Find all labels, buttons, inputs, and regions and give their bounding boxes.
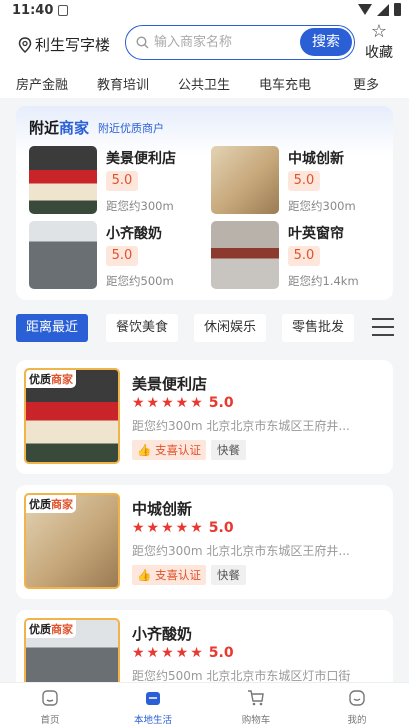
merchant-distance: 距您约1.4km xyxy=(288,274,359,288)
location-selector[interactable]: 利生写字楼 xyxy=(18,34,110,55)
home-icon xyxy=(42,690,58,706)
menu-icon[interactable] xyxy=(372,318,394,338)
star-rating-icon: ★★★★★ xyxy=(132,645,205,661)
merchant-card[interactable]: 优质商家 中城创新 ★★★★★ 5.0 距您约300m 北京北京市东城区王府井.… xyxy=(16,485,393,599)
nav-label: 首页 xyxy=(40,715,60,726)
merchant-address: 距您约300m 北京北京市东城区王府井... xyxy=(132,419,350,433)
category-more[interactable]: 更多 xyxy=(353,74,379,93)
merchant-photo xyxy=(29,146,97,214)
nav-label: 购物车 xyxy=(241,715,271,726)
notification-icon xyxy=(58,5,68,16)
merchant-rating: ★★★★★ 5.0 xyxy=(132,645,234,661)
category-row: 房产金融 教育培训 公共卫生 电车充电 更多 xyxy=(0,68,409,98)
merchant-card[interactable]: 优质商家 美景便利店 ★★★★★ 5.0 距您约300m 北京北京市东城区王府井… xyxy=(16,360,393,474)
merchant-name: 中城创新 xyxy=(288,151,344,167)
location-label: 利生写字楼 xyxy=(35,36,111,54)
merchant-address: 距您约300m 北京北京市东城区王府井... xyxy=(132,544,350,558)
merchant-photo xyxy=(211,221,279,289)
merchant-score: 5.0 xyxy=(288,246,320,266)
merchant-score: 5.0 xyxy=(288,171,320,191)
tab-nearest[interactable]: 距离最近 xyxy=(16,314,89,342)
category-item[interactable]: 教育培训 xyxy=(97,74,149,93)
merchant-name: 中城创新 xyxy=(132,500,193,518)
star-rating-icon: ★★★★★ xyxy=(132,520,205,536)
nav-label: 我的 xyxy=(347,715,367,726)
quality-badge: 优质商家 xyxy=(26,620,76,638)
nav-cart[interactable]: 购物车 xyxy=(226,687,286,726)
search-icon xyxy=(136,36,149,49)
location-pin-icon xyxy=(18,36,32,53)
local-life-icon xyxy=(146,692,160,705)
merchant-name: 小齐酸奶 xyxy=(132,625,193,643)
rating-value: 5.0 xyxy=(208,645,234,661)
status-time: 11:40 xyxy=(12,3,54,18)
merchant-photo xyxy=(29,221,97,289)
top-bar: 利生写字楼 搜索 ☆ 收藏 xyxy=(0,22,409,68)
quality-badge: 优质商家 xyxy=(26,370,76,388)
thumbs-up-icon: 👍 xyxy=(137,443,155,457)
panel-title-part2: 商家 xyxy=(59,119,90,137)
merchant-thumbnail: 优质商家 xyxy=(24,493,120,589)
nearby-merchant-card[interactable]: 中城创新 5.0 距您约300m xyxy=(211,146,391,216)
merchant-name: 叶英窗帘 xyxy=(288,226,344,242)
nearby-merchant-card[interactable]: 叶英窗帘 5.0 距您约1.4km xyxy=(211,221,391,291)
merchant-name: 美景便利店 xyxy=(132,375,208,393)
profile-icon xyxy=(349,690,365,706)
tab-food[interactable]: 餐饮美食 xyxy=(106,314,179,342)
battery-icon xyxy=(394,3,401,16)
category-tag: 快餐 xyxy=(210,565,246,585)
certified-tag: 👍 支喜认证 xyxy=(132,565,206,585)
merchant-rating: ★★★★★ 5.0 xyxy=(132,520,234,536)
nearby-merchant-card[interactable]: 美景便利店 5.0 距您约300m xyxy=(29,146,209,216)
tab-leisure[interactable]: 休闲娱乐 xyxy=(194,314,267,342)
panel-subtitle: 附近优质商户 xyxy=(98,122,164,135)
rating-value: 5.0 xyxy=(208,520,234,536)
category-item[interactable]: 房产金融 xyxy=(16,74,68,93)
merchant-name: 美景便利店 xyxy=(106,151,176,167)
category-tag: 快餐 xyxy=(210,440,246,460)
nav-mine[interactable]: 我的 xyxy=(327,687,387,726)
certified-tag: 👍 支喜认证 xyxy=(132,440,206,460)
merchant-score: 5.0 xyxy=(106,171,138,191)
wifi-icon xyxy=(358,4,372,15)
system-icons xyxy=(358,3,401,16)
merchant-distance: 距您约300m xyxy=(288,199,356,213)
favorite-label: 收藏 xyxy=(365,45,393,61)
merchant-distance: 距您约500m xyxy=(106,274,174,288)
panel-title-part1: 附近 xyxy=(29,119,60,137)
bottom-nav: 首页 本地生活 购物车 我的 xyxy=(0,682,409,727)
panel-title: 附近商家 xyxy=(29,117,89,138)
merchant-photo xyxy=(211,146,279,214)
cart-icon xyxy=(248,690,264,706)
star-rating-icon: ★★★★★ xyxy=(132,395,205,411)
nav-home[interactable]: 首页 xyxy=(20,687,80,726)
rating-value: 5.0 xyxy=(208,395,234,411)
merchant-tags: 👍 支喜认证 快餐 xyxy=(132,440,246,460)
category-item[interactable]: 公共卫生 xyxy=(178,74,230,93)
filter-tabs: 距离最近 餐饮美食 休闲娱乐 零售批发 xyxy=(0,314,409,344)
favorite-button[interactable]: ☆ 收藏 xyxy=(361,22,397,62)
quality-badge: 优质商家 xyxy=(26,495,76,513)
search-input[interactable] xyxy=(154,32,294,52)
merchant-distance: 距您约300m xyxy=(106,199,174,213)
merchant-score: 5.0 xyxy=(106,246,138,266)
nearby-merchant-card[interactable]: 小齐酸奶 5.0 距您约500m xyxy=(29,221,209,291)
search-button[interactable]: 搜索 xyxy=(300,28,352,56)
star-outline-icon: ☆ xyxy=(370,21,388,42)
category-item[interactable]: 电车充电 xyxy=(259,74,311,93)
nav-local-life[interactable]: 本地生活 xyxy=(123,687,183,726)
thumbs-up-icon: 👍 xyxy=(137,568,155,582)
merchant-name: 小齐酸奶 xyxy=(106,226,162,242)
nav-label: 本地生活 xyxy=(133,715,172,726)
merchant-tags: 👍 支喜认证 快餐 xyxy=(132,565,246,585)
status-bar: 11:40 xyxy=(0,0,409,22)
tab-retail[interactable]: 零售批发 xyxy=(282,314,355,342)
search-bar: 搜索 xyxy=(125,25,355,60)
signal-icon xyxy=(377,3,389,16)
nearby-merchants-panel: 附近商家 附近优质商户 美景便利店 5.0 距您约300m 中城创新 5.0 距… xyxy=(16,106,393,300)
merchant-rating: ★★★★★ 5.0 xyxy=(132,395,234,411)
merchant-thumbnail: 优质商家 xyxy=(24,368,120,464)
